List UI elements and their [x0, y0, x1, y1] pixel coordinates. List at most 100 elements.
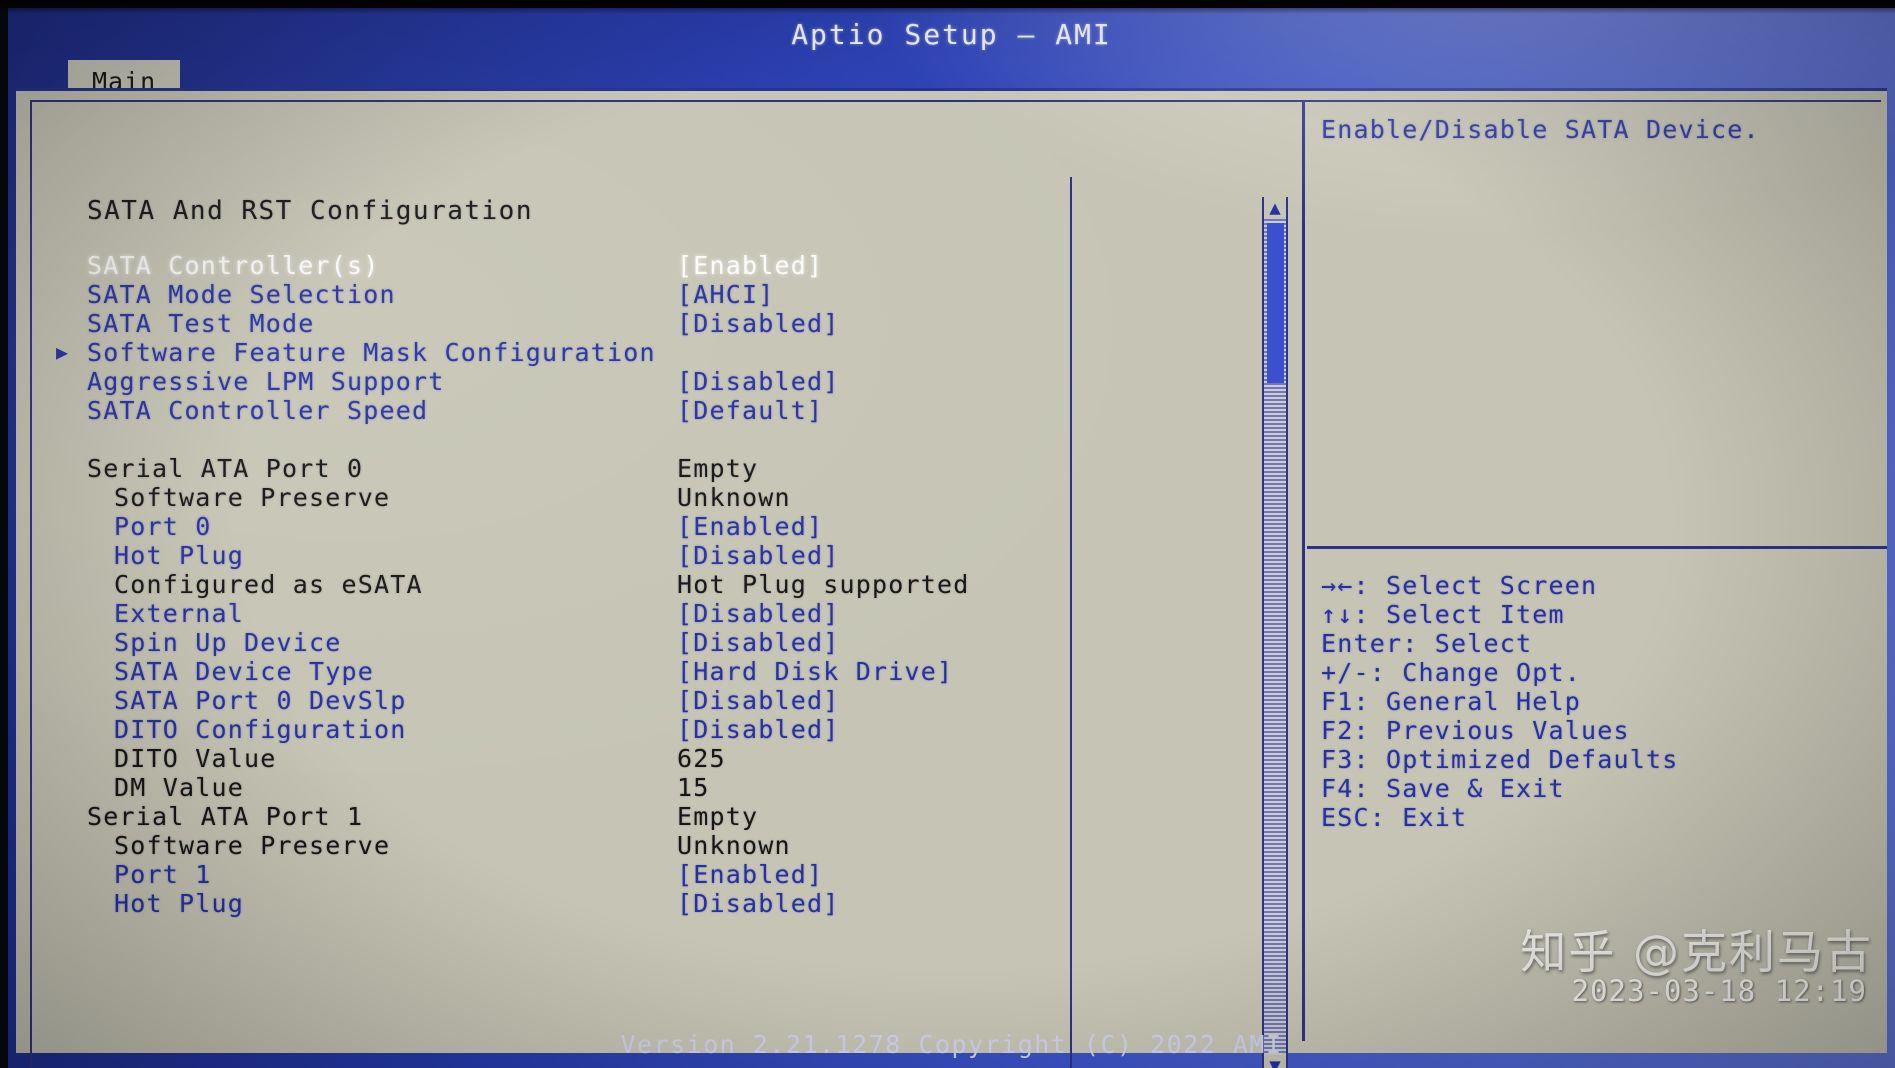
key-legend-glyph: F1 — [1321, 687, 1354, 716]
settings-row-label: SATA Mode Selection — [87, 280, 396, 309]
key-legend-text: : Previous Values — [1353, 716, 1630, 745]
settings-row-value[interactable]: [Disabled] — [677, 628, 840, 657]
settings-row-value: 15 — [677, 773, 710, 802]
settings-row[interactable]: Hot Plug [Disabled] — [32, 889, 1072, 918]
settings-row-label: Hot Plug — [114, 541, 245, 570]
version-bar: Version 2.21.1278 Copyright (C) 2022 AMI — [620, 1030, 1283, 1059]
settings-row-value[interactable]: [Disabled] — [677, 686, 840, 715]
settings-row-label: Serial ATA Port 0 — [87, 454, 364, 483]
key-legend-line: +/-: Change Opt. — [1321, 658, 1887, 687]
key-legend-glyph: ESC — [1321, 803, 1370, 832]
settings-scrollbar[interactable]: ▲ ▼ — [1262, 197, 1288, 1068]
key-legend-line: ESC: Exit — [1321, 803, 1887, 832]
key-legend-text: : General Help — [1353, 687, 1582, 716]
key-legend-text: : Select Screen — [1353, 571, 1598, 600]
key-legend-text: : Select Item — [1353, 600, 1565, 629]
settings-row[interactable]: Port 0 [Enabled] — [32, 512, 1072, 541]
settings-row-label: Configured as eSATA — [114, 570, 423, 599]
settings-row-value[interactable]: [Enabled] — [677, 251, 823, 280]
settings-row-label: Software Feature Mask Configuration — [87, 338, 656, 367]
screen-panel: Aptio Setup – AMI Main SATA And RST Conf… — [8, 8, 1895, 1068]
settings-row: DM Value 15 — [32, 773, 1072, 802]
key-legend-glyph: →← — [1321, 571, 1354, 600]
settings-row-label: Software Preserve — [114, 831, 391, 860]
key-legend-text: : Change Opt. — [1369, 658, 1582, 687]
key-legend: →←: Select Screen ↑↓: Select Item Enter: S… — [1321, 571, 1887, 832]
settings-row-value[interactable]: [Disabled] — [677, 541, 840, 570]
settings-row[interactable]: ▶ Software Feature Mask Configuration — [32, 338, 1072, 367]
settings-row-list: SATA Controller(s) [Enabled] SATA Mode Sel… — [32, 251, 1072, 918]
settings-row-value[interactable]: [Enabled] — [677, 512, 823, 541]
help-divider — [1307, 546, 1887, 549]
settings-row-label: External — [114, 599, 245, 628]
settings-row[interactable]: Spin Up Device [Disabled] — [32, 628, 1072, 657]
settings-row: Configured as eSATA Hot Plug supported — [32, 570, 1072, 599]
settings-row-label: Spin Up Device — [114, 628, 342, 657]
settings-row-label: Serial ATA Port 1 — [87, 802, 364, 831]
settings-pane: SATA And RST Configuration SATA Controll… — [32, 101, 1072, 1041]
settings-row-value[interactable]: [Default] — [677, 396, 823, 425]
settings-row: Software Preserve Unknown — [32, 831, 1072, 860]
settings-row-value[interactable]: [Disabled] — [677, 309, 840, 338]
key-legend-glyph: ↑↓ — [1321, 600, 1354, 629]
settings-row-value[interactable]: [Hard Disk Drive] — [677, 657, 953, 686]
row-spacer — [32, 425, 1072, 454]
settings-row-label: DITO Configuration — [114, 715, 407, 744]
submenu-arrow-icon: ▶ — [56, 340, 70, 364]
settings-row-label: Hot Plug — [114, 889, 245, 918]
settings-row-label: Aggressive LPM Support — [87, 367, 445, 396]
key-legend-text: : Exit — [1369, 803, 1468, 832]
settings-row[interactable]: SATA Controller(s) [Enabled] — [32, 251, 1072, 280]
settings-row-label: SATA Port 0 DevSlp — [114, 686, 407, 715]
settings-row-value: Unknown — [677, 483, 791, 512]
key-legend-line: F2: Previous Values — [1321, 716, 1887, 745]
settings-row[interactable]: Aggressive LPM Support [Disabled] — [32, 367, 1072, 396]
help-pane: Enable/Disable SATA Device. →←: Select S… — [1302, 101, 1887, 1041]
settings-row-label: SATA Device Type — [114, 657, 375, 686]
key-legend-glyph: F3 — [1321, 745, 1354, 774]
settings-row-value: Empty — [677, 454, 759, 483]
settings-row-value[interactable]: [Enabled] — [677, 860, 823, 889]
settings-row[interactable]: SATA Device Type [Hard Disk Drive] — [32, 657, 1072, 686]
key-legend-glyph: F4 — [1321, 774, 1354, 803]
settings-row: Software Preserve Unknown — [32, 483, 1072, 512]
settings-row[interactable]: SATA Controller Speed [Default] — [32, 396, 1072, 425]
key-legend-text: : Optimized Defaults — [1353, 745, 1679, 774]
settings-row: DITO Value 625 — [32, 744, 1072, 773]
settings-row[interactable]: SATA Mode Selection [AHCI] — [32, 280, 1072, 309]
tab-strip: Main — [8, 60, 1895, 100]
settings-row-label: Software Preserve — [114, 483, 391, 512]
key-legend-line: →←: Select Screen — [1321, 571, 1887, 600]
settings-row[interactable]: Port 1 [Enabled] — [32, 860, 1072, 889]
settings-row[interactable]: Hot Plug [Disabled] — [32, 541, 1072, 570]
settings-row-value[interactable]: [Disabled] — [677, 715, 840, 744]
settings-row-value: Hot Plug supported — [677, 570, 970, 599]
settings-row[interactable]: External [Disabled] — [32, 599, 1072, 628]
key-legend-line: Enter: Select — [1321, 629, 1887, 658]
settings-row-value[interactable]: [AHCI] — [677, 280, 775, 309]
key-legend-line: F4: Save & Exit — [1321, 774, 1887, 803]
scroll-up-arrow-icon[interactable]: ▲ — [1264, 197, 1286, 219]
bios-screen: Aptio Setup – AMI Main SATA And RST Conf… — [0, 0, 1895, 1068]
settings-row[interactable]: DITO Configuration [Disabled] — [32, 715, 1072, 744]
key-legend-line: ↑↓: Select Item — [1321, 600, 1887, 629]
settings-row[interactable]: SATA Port 0 DevSlp [Disabled] — [32, 686, 1072, 715]
settings-row-label: SATA Controller Speed — [87, 396, 429, 425]
settings-row-label: Port 0 — [114, 512, 212, 541]
section-title: SATA And RST Configuration — [87, 196, 533, 226]
settings-row-value[interactable]: [Disabled] — [677, 599, 840, 628]
key-legend-text: : Save & Exit — [1353, 774, 1565, 803]
settings-row: Serial ATA Port 0 Empty — [32, 454, 1072, 483]
settings-row-label: DM Value — [114, 773, 245, 802]
key-legend-glyph: +/- — [1321, 658, 1370, 687]
settings-row-label: Port 1 — [114, 860, 212, 889]
settings-row-value[interactable]: [Disabled] — [677, 367, 840, 396]
scrollbar-thumb[interactable] — [1267, 223, 1284, 383]
settings-row-value: Unknown — [677, 831, 791, 860]
settings-row-value[interactable]: [Disabled] — [677, 889, 840, 918]
help-text: Enable/Disable SATA Device. — [1321, 115, 1760, 144]
key-legend-text: : Select — [1402, 629, 1533, 658]
key-legend-line: F3: Optimized Defaults — [1321, 745, 1887, 774]
settings-row[interactable]: SATA Test Mode [Disabled] — [32, 309, 1072, 338]
window-title: Aptio Setup – AMI — [791, 17, 1112, 51]
